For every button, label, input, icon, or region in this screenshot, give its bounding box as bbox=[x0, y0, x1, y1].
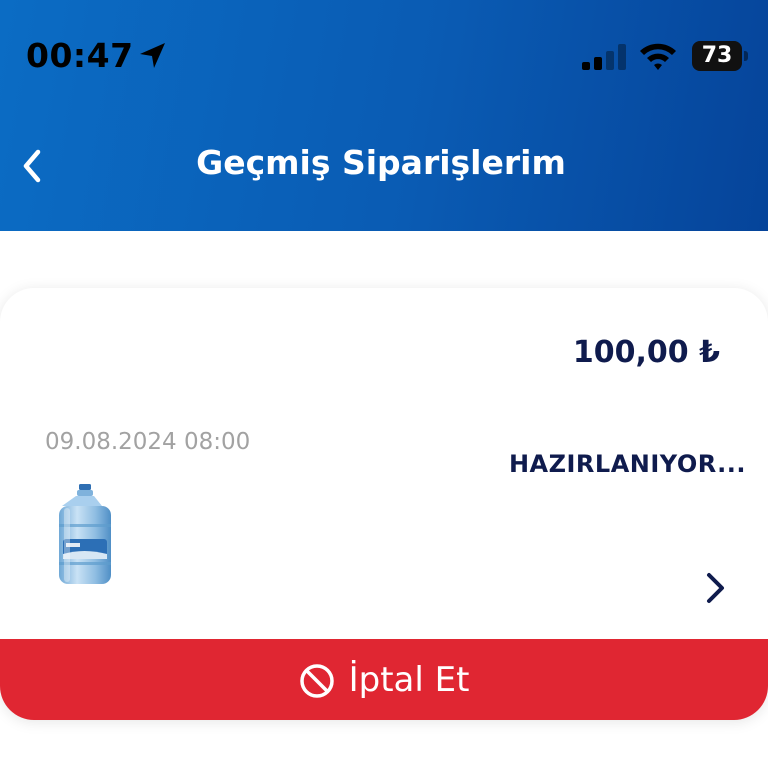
cancel-button-content: İptal Et bbox=[0, 639, 768, 720]
cancel-order-button[interactable]: İptal Et bbox=[0, 639, 768, 720]
battery-level: 73 bbox=[701, 43, 733, 68]
order-date: 09.08.2024 08:00 bbox=[45, 429, 251, 455]
ban-icon bbox=[299, 663, 334, 698]
wifi-icon bbox=[640, 43, 676, 70]
water-jug-image bbox=[59, 484, 111, 584]
clock: 00:47 bbox=[26, 36, 134, 75]
status-bar: 00:47 73 bbox=[0, 0, 768, 110]
order-card[interactable]: 100,00 ₺ 09.08.2024 08:00 HAZIRLANIYOR..… bbox=[0, 288, 768, 720]
battery-tip bbox=[744, 51, 748, 61]
battery-indicator: 73 bbox=[692, 41, 748, 71]
app-header: 00:47 73 Geçmiş Siparişlerim bbox=[0, 0, 768, 231]
location-arrow-icon bbox=[140, 43, 165, 68]
cellular-signal-icon bbox=[582, 44, 626, 70]
order-status: HAZIRLANIYOR... bbox=[508, 450, 746, 478]
order-price: 100,00 ₺ bbox=[572, 335, 720, 370]
chevron-right-icon[interactable] bbox=[700, 570, 730, 606]
page-title: Geçmiş Siparişlerim bbox=[196, 143, 566, 182]
cancel-button-label: İptal Et bbox=[348, 659, 470, 700]
